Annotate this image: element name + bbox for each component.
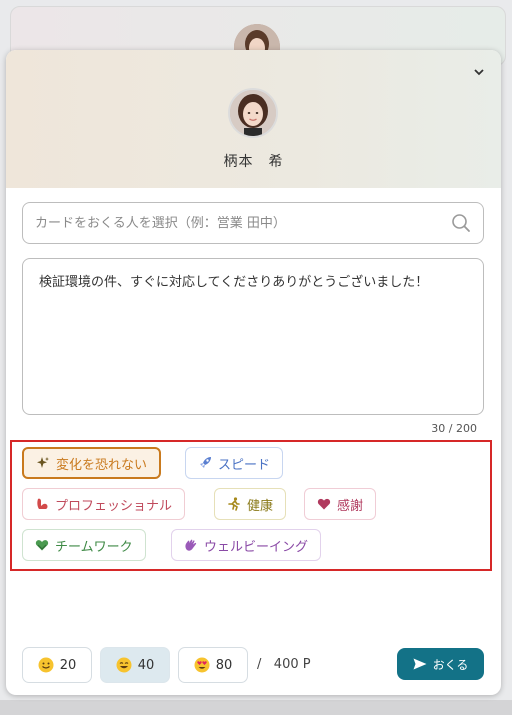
background-strip — [0, 700, 512, 715]
tag-label: 感謝 — [337, 498, 364, 514]
points-value: 40 — [137, 657, 155, 673]
runner-icon — [227, 497, 241, 511]
points-option-40[interactable]: 40 — [100, 647, 170, 683]
recipient-header: 柄本 希 — [6, 50, 501, 188]
tag-thanks[interactable]: 感謝 — [304, 488, 377, 520]
points-value: 20 — [59, 657, 77, 673]
tag-label: 変化を恐れない — [56, 457, 148, 473]
search-input[interactable] — [35, 215, 451, 231]
rocket-icon — [198, 456, 212, 470]
tag-wellbeing[interactable]: ウェルビーイング — [171, 529, 322, 561]
heart-eyes-emoji-icon — [194, 657, 210, 673]
character-counter: 30 / 200 — [431, 422, 477, 435]
points-total-value: 400 P — [273, 657, 311, 672]
avatar — [228, 88, 278, 138]
tag-label: ウェルビーイング — [204, 539, 309, 555]
muscle-icon — [35, 497, 49, 511]
search-icon[interactable] — [451, 213, 471, 233]
send-button[interactable]: おくる — [397, 648, 484, 680]
heart-hands-icon — [35, 538, 49, 552]
tag-change[interactable]: 変化を恐れない — [22, 447, 162, 479]
sparkle-icon — [36, 456, 50, 470]
tag-label: 健康 — [247, 498, 274, 514]
recipient-name: 柄本 希 — [223, 154, 284, 170]
tag-speed[interactable]: スピード — [185, 447, 284, 479]
tag-label: チームワーク — [55, 539, 133, 555]
send-button-label: おくる — [432, 657, 469, 672]
send-icon — [413, 658, 427, 670]
tag-label: プロフェッショナル — [55, 498, 173, 514]
smile-emoji-icon — [38, 657, 54, 673]
thanks-card-panel: 柄本 希 検証環境の件、すぐに対応してくださりありがとうございました！ 30 /… — [6, 50, 501, 695]
tag-health[interactable]: 健康 — [214, 488, 287, 520]
collapse-button[interactable] — [471, 64, 487, 80]
recipient-search[interactable] — [22, 202, 484, 244]
message-textarea[interactable]: 検証環境の件、すぐに対応してくださりありがとうございました！ — [22, 258, 484, 415]
points-option-20[interactable]: 20 — [22, 647, 92, 683]
points-option-80[interactable]: 80 — [178, 647, 248, 683]
points-separator: / — [257, 657, 262, 672]
grin-emoji-icon — [116, 657, 132, 673]
wave-hand-icon — [184, 538, 198, 552]
tag-professional[interactable]: プロフェッショナル — [22, 488, 186, 520]
heart-icon — [317, 497, 331, 511]
points-total: / 400 P — [257, 657, 311, 672]
tag-label: スピード — [218, 457, 271, 473]
points-value: 80 — [215, 657, 233, 673]
chevron-down-icon — [474, 68, 484, 75]
tag-teamwork[interactable]: チームワーク — [22, 529, 146, 561]
